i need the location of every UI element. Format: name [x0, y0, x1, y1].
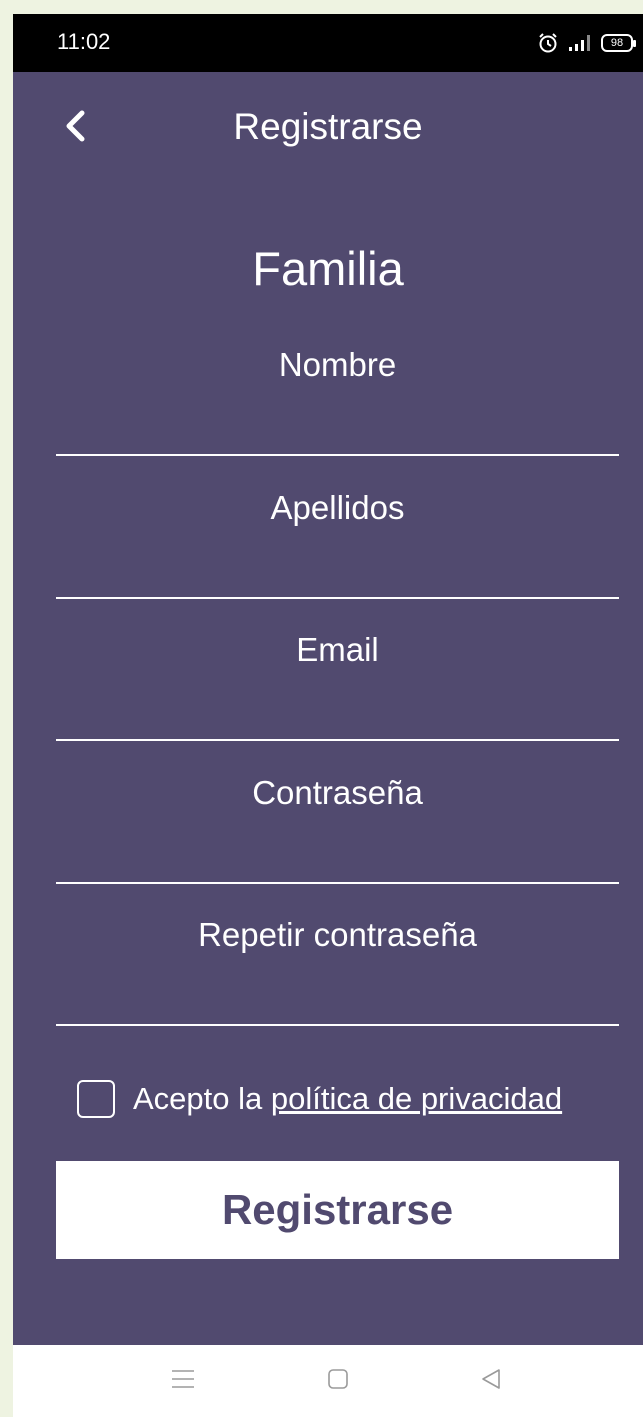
- password-field: Contraseña: [56, 774, 619, 884]
- email-label: Email: [296, 631, 379, 668]
- alarm-icon: [539, 33, 557, 53]
- section-title: Familia: [252, 242, 404, 295]
- password-label: Contraseña: [252, 774, 423, 811]
- apellidos-label: Apellidos: [270, 489, 405, 526]
- register-button[interactable]: Registrarse: [56, 1161, 619, 1259]
- email-field: Email: [56, 631, 619, 741]
- status-time: 11:02: [57, 29, 111, 54]
- apellidos-input[interactable]: [56, 547, 619, 599]
- status-bar: 11:02 98: [13, 14, 643, 72]
- battery-icon: 98: [601, 34, 636, 52]
- app-header: Registrarse: [13, 72, 643, 182]
- password-input[interactable]: [56, 832, 619, 884]
- menu-icon[interactable]: [171, 1367, 195, 1391]
- repeat-password-input[interactable]: [56, 974, 619, 1026]
- battery-level: 98: [610, 37, 624, 49]
- consent-text: Acepto la política de privacidad: [133, 1081, 562, 1117]
- system-nav-bar: [13, 1345, 643, 1417]
- signal-icon: [569, 35, 590, 51]
- privacy-checkbox[interactable]: [77, 1080, 115, 1118]
- consent-prefix: Acepto la: [133, 1081, 263, 1116]
- back-triangle-icon[interactable]: [479, 1367, 503, 1391]
- nombre-input[interactable]: [56, 404, 619, 456]
- repeat-password-field: Repetir contraseña: [56, 916, 619, 1026]
- nombre-label: Nombre: [278, 346, 397, 383]
- apellidos-field: Apellidos: [56, 489, 619, 599]
- nombre-field: Nombre: [56, 346, 619, 456]
- email-input[interactable]: [56, 689, 619, 741]
- phone-screen: 11:02 98 Registrarse Familia Nombre Apel…: [13, 14, 643, 1417]
- privacy-consent: Acepto la política de privacidad: [77, 1077, 562, 1121]
- home-icon[interactable]: [326, 1367, 350, 1391]
- privacy-policy-link[interactable]: política de privacidad: [271, 1081, 562, 1116]
- repeat-password-label: Repetir contraseña: [198, 916, 477, 953]
- page-title: Registrarse: [233, 106, 423, 147]
- status-icons: 98: [537, 28, 636, 58]
